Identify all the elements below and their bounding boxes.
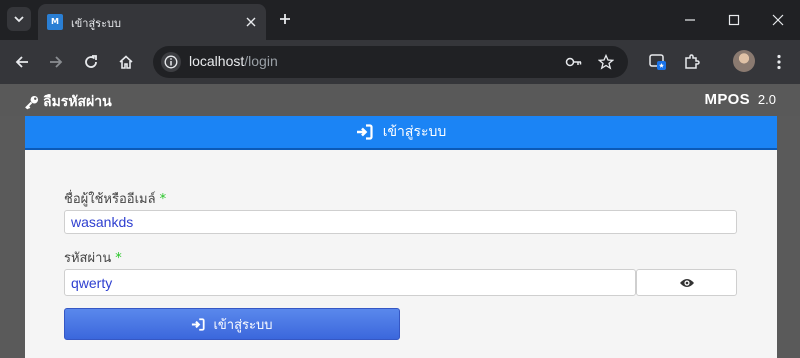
password-manager-button[interactable] (563, 52, 585, 72)
tab-group-icon (649, 54, 666, 70)
home-button[interactable] (114, 50, 138, 74)
window-close-button[interactable] (756, 0, 800, 40)
new-tab-button[interactable] (274, 8, 296, 30)
profile-avatar[interactable] (733, 50, 755, 72)
sign-in-icon (192, 317, 206, 331)
username-label: ชื่อผู้ใช้หรืออีเมล์ * (64, 192, 167, 207)
brand-version: 2.0 (757, 92, 776, 107)
reload-icon (85, 55, 97, 68)
close-icon (246, 17, 256, 27)
url-host: localhost (189, 53, 245, 69)
puzzle-icon (685, 54, 700, 69)
required-mark: * (159, 192, 167, 207)
browser-menu-button[interactable] (767, 50, 791, 74)
forgot-password-link[interactable]: ลืมรหัสผ่าน (24, 91, 112, 113)
tab-close-button[interactable] (242, 13, 260, 31)
home-icon (119, 55, 133, 69)
brand: MPOS 2.0 (705, 91, 776, 109)
arrow-right-icon (50, 56, 63, 68)
back-button[interactable] (10, 50, 34, 74)
url-text[interactable]: localhost/login (189, 53, 278, 69)
tab-groups-button[interactable] (646, 50, 670, 74)
more-vert-icon (777, 54, 781, 70)
password-label: รหัสผ่าน * (64, 251, 122, 266)
browser-tab-active[interactable]: M เข้าสู่ระบบ (38, 4, 266, 40)
tab-search-button[interactable] (7, 7, 31, 31)
chevron-down-icon (14, 16, 24, 23)
url-path: /login (244, 53, 278, 69)
maximize-icon (728, 14, 740, 26)
username-input[interactable] (64, 210, 737, 234)
extensions-button[interactable] (680, 50, 704, 74)
plus-icon (280, 14, 290, 24)
close-icon (772, 14, 784, 26)
arrow-left-icon (15, 56, 28, 68)
key-icon (565, 57, 582, 67)
key-icon (25, 95, 39, 109)
info-icon (164, 55, 178, 69)
browser-toolbar: localhost/login (0, 40, 800, 84)
site-info-button[interactable] (161, 52, 181, 72)
brand-name: MPOS (704, 91, 750, 108)
address-bar[interactable]: localhost/login (153, 46, 628, 78)
show-password-button[interactable] (636, 269, 737, 296)
login-card: เข้าสู่ระบบ ชื่อผู้ใช้หรืออีเมล์* รหัสผ่… (25, 116, 777, 358)
login-submit-label: เข้าสู่ระบบ (213, 317, 273, 333)
page-header: ลืมรหัสผ่าน MPOS 2.0 (0, 84, 800, 116)
login-submit-button[interactable]: เข้าสู่ระบบ (64, 308, 400, 340)
tab-title: เข้าสู่ระบบ (71, 17, 121, 30)
login-title: เข้าสู่ระบบ (382, 124, 447, 140)
forward-button[interactable] (44, 50, 68, 74)
maximize-button[interactable] (712, 0, 756, 40)
sign-in-icon (356, 124, 373, 140)
password-input[interactable] (64, 269, 636, 296)
star-icon (598, 54, 614, 70)
login-card-header: เข้าสู่ระบบ (25, 116, 777, 150)
minimize-button[interactable] (668, 0, 712, 40)
required-mark: * (115, 251, 122, 266)
eye-icon (679, 278, 694, 287)
browser-tabstrip: M เข้าสู่ระบบ (0, 0, 800, 40)
bookmark-button[interactable] (595, 52, 617, 72)
favicon-icon: M (47, 14, 63, 30)
minimize-icon (685, 19, 695, 21)
forgot-password-label: ลืมรหัสผ่าน (43, 94, 112, 110)
reload-button[interactable] (79, 50, 103, 74)
